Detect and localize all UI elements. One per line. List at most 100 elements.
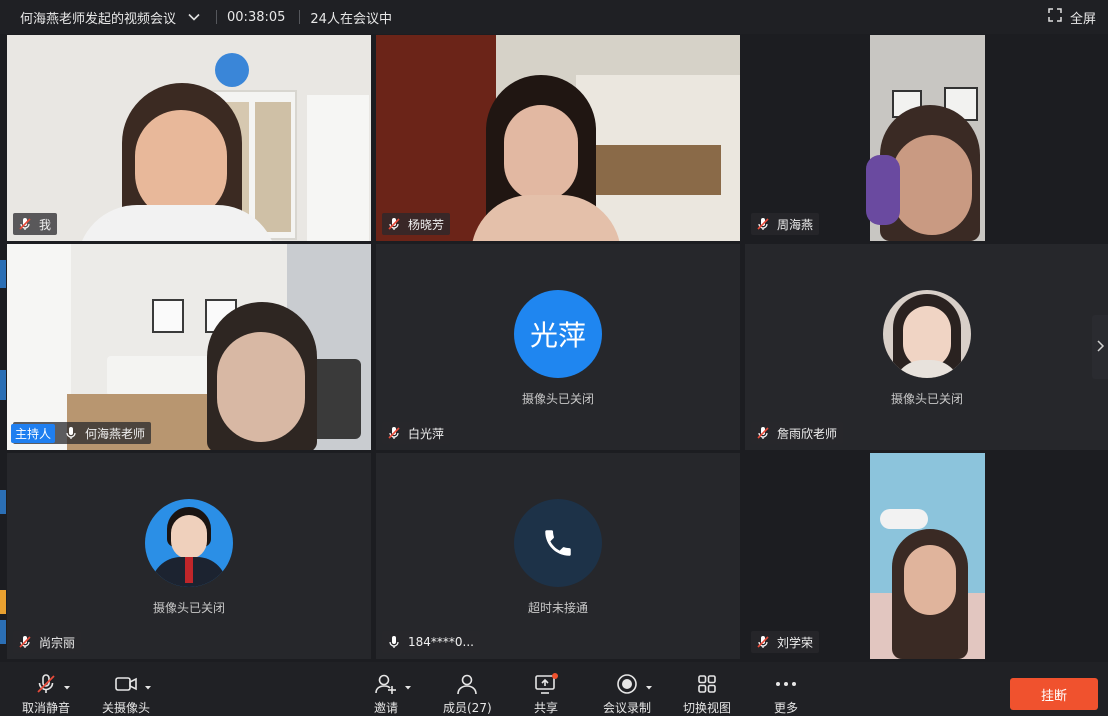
- record-label: 会议录制: [603, 701, 652, 715]
- members-button[interactable]: 成员(27): [443, 662, 492, 716]
- mic-icon: [63, 425, 79, 441]
- video-tile-participant[interactable]: 刘学荣: [745, 453, 1108, 659]
- unmute-button[interactable]: 取消静音: [22, 662, 70, 716]
- camera-off-status: 摄像头已关闭: [521, 392, 594, 406]
- video-tile-host[interactable]: 主持人 何海燕老师: [7, 244, 371, 450]
- mic-muted-icon: [755, 634, 771, 650]
- door: [307, 95, 369, 241]
- mic-muted-icon: [386, 425, 402, 441]
- person-face: [217, 332, 305, 442]
- video-grid: 我 杨晓芳 周海燕 主持人 何海燕老师 光萍 摄像头已关闭 白光萍 摄像头已关闭…: [7, 35, 1108, 659]
- person-face: [135, 110, 227, 220]
- tile-label: 杨晓芳: [382, 213, 451, 235]
- title-bar: 何海燕老师发起的视频会议 00:38:05 24人在会议中 全屏: [0, 0, 1108, 34]
- globe: [215, 53, 249, 87]
- mic-muted-icon: [35, 672, 70, 696]
- record-button[interactable]: 会议录制: [603, 662, 652, 716]
- share-button[interactable]: 共享: [534, 662, 558, 716]
- meeting-toolbar: 取消静音 关摄像头 邀请 成员(27) 共享 会议录制 切换视图 更多 挂断: [0, 662, 1108, 716]
- mic-muted-icon: [386, 216, 402, 232]
- divider: [216, 10, 218, 24]
- participant-name: 周海燕: [777, 217, 814, 232]
- tile-label: 184****0...: [382, 631, 480, 653]
- video-camera-icon: [114, 672, 151, 696]
- more-button[interactable]: 更多: [774, 662, 798, 716]
- switch-view-button[interactable]: 切换视图: [683, 662, 731, 716]
- video-tile-self[interactable]: 我: [7, 35, 371, 241]
- cabinet: [376, 35, 496, 241]
- participant-count: 24人在会议中: [310, 11, 392, 27]
- participant-name: 184****0...: [408, 635, 474, 649]
- wall-art: [152, 299, 184, 333]
- record-icon: [615, 672, 652, 696]
- fullscreen-label: 全屏: [1069, 11, 1096, 27]
- next-page-button[interactable]: [1092, 315, 1108, 379]
- invite-label: 邀请: [374, 701, 399, 715]
- screen-share-icon: [534, 672, 558, 696]
- mic-icon: [386, 634, 402, 650]
- background-window-edge: [0, 260, 6, 660]
- invite-button[interactable]: 邀请: [374, 662, 411, 716]
- members-label: 成员(27): [443, 701, 492, 715]
- camera-off-status: 摄像头已关闭: [152, 601, 225, 615]
- more-dots-icon: [774, 672, 798, 696]
- video-tile-camera-off[interactable]: 摄像头已关闭 尚宗丽: [7, 453, 371, 659]
- caret-down-icon[interactable]: [645, 680, 653, 694]
- participant-name: 何海燕老师: [85, 426, 146, 441]
- participant-name: 詹雨欣老师: [777, 426, 838, 441]
- mic-muted-icon: [17, 634, 33, 650]
- hangup-button[interactable]: 挂断: [1010, 678, 1098, 710]
- tile-label: 詹雨欣老师: [751, 422, 844, 444]
- share-label: 共享: [534, 701, 559, 715]
- camera-off-button[interactable]: 关摄像头: [102, 662, 151, 716]
- video-tile-phone[interactable]: 超时未接通 184****0...: [376, 453, 740, 659]
- avatar: 光萍: [514, 290, 602, 378]
- user-icon: [455, 672, 479, 696]
- video-tile-participant[interactable]: 杨晓芳: [376, 35, 740, 241]
- mic-muted-icon: [17, 216, 33, 232]
- participant-name: 刘学荣: [777, 635, 814, 650]
- chevron-down-icon[interactable]: [186, 9, 202, 25]
- video-tile-participant[interactable]: 周海燕: [745, 35, 1108, 241]
- fullscreen-button[interactable]: 全屏: [1048, 0, 1096, 34]
- host-badge: 主持人: [11, 423, 56, 443]
- shelf: [591, 145, 721, 195]
- caret-down-icon[interactable]: [144, 680, 152, 694]
- grid-view-icon: [696, 672, 718, 696]
- unmute-label: 取消静音: [22, 701, 71, 715]
- caret-down-icon[interactable]: [63, 680, 71, 694]
- tile-label: 我: [13, 213, 58, 235]
- call-status: 超时未接通: [527, 601, 588, 615]
- avatar-initials: 光萍: [529, 319, 586, 352]
- caret-down-icon[interactable]: [404, 680, 412, 694]
- video-feed: [866, 35, 985, 241]
- participant-name: 我: [39, 217, 52, 232]
- video-tile-camera-off[interactable]: 光萍 摄像头已关闭 白光萍: [376, 244, 740, 450]
- camera-off-status: 摄像头已关闭: [890, 392, 963, 406]
- meeting-timer: 00:38:05: [227, 9, 286, 25]
- video-feed: [870, 453, 985, 659]
- camera-off-label: 关摄像头: [102, 701, 151, 715]
- add-user-icon: [374, 672, 411, 696]
- tile-label: 周海燕: [751, 213, 820, 235]
- person-face: [504, 105, 578, 201]
- divider: [299, 10, 301, 24]
- participant-name: 尚宗丽: [39, 635, 76, 650]
- participant-name: 白光萍: [408, 426, 445, 441]
- tile-label: 尚宗丽: [13, 631, 82, 653]
- wall-column: [7, 244, 71, 450]
- tile-label: 刘学荣: [751, 631, 820, 653]
- avatar: [883, 290, 971, 378]
- mic-muted-icon: [755, 216, 771, 232]
- switch-view-label: 切换视图: [683, 701, 732, 715]
- chevron-right-icon: [1095, 339, 1105, 356]
- tile-label: 白光萍: [382, 422, 451, 444]
- fullscreen-icon: [1048, 8, 1062, 26]
- avatar: [145, 499, 233, 587]
- participant-name: 杨晓芳: [408, 217, 445, 232]
- meeting-title[interactable]: 何海燕老师发起的视频会议: [20, 8, 176, 27]
- tile-label: 主持人 何海燕老师: [11, 422, 152, 444]
- video-tile-camera-off[interactable]: 摄像头已关闭 詹雨欣老师: [745, 244, 1108, 450]
- sofa: [107, 356, 217, 396]
- more-label: 更多: [774, 701, 799, 715]
